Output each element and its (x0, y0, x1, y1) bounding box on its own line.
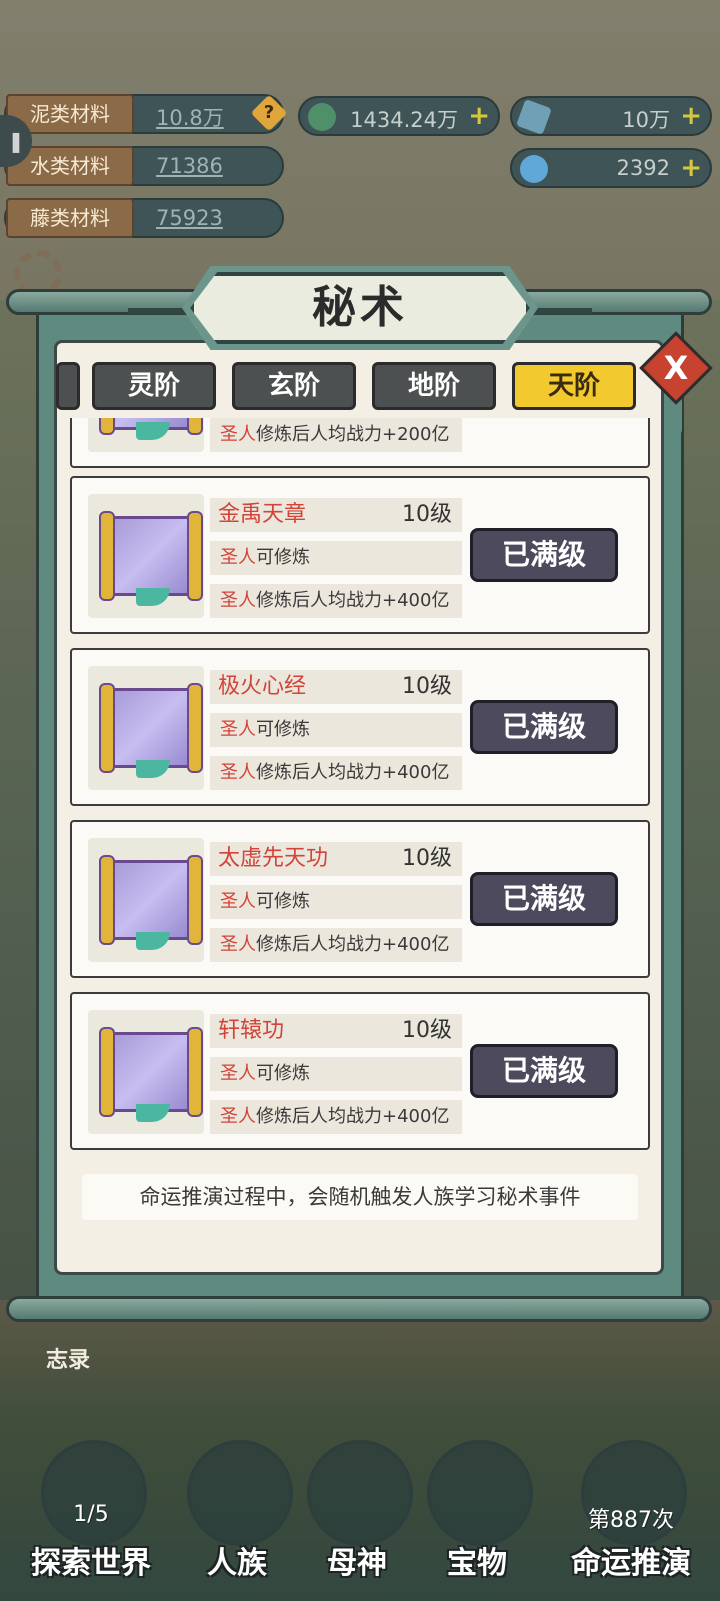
max-level-button[interactable]: 已满级 (470, 1044, 618, 1098)
list-item: 轩辕功 10级 圣人可修炼 圣人修炼后人均战力+400亿 已满级 (70, 992, 650, 1150)
currency-spirit[interactable]: 2392 + (510, 148, 712, 188)
nav-mother-god[interactable]: 母神 (292, 1430, 422, 1581)
scroll-icon (99, 683, 203, 773)
max-level-button[interactable]: 已满级 (470, 528, 618, 582)
records-link[interactable]: 志录 (46, 1342, 90, 1374)
list-item: 金禹天章 10级 圣人可修炼 圣人修炼后人均战力+400亿 已满级 (70, 476, 650, 634)
item-thumbnail (88, 838, 204, 962)
currency-crystal[interactable]: 10万 + (510, 96, 712, 136)
list-item: 极火心经 10级 圣人可修炼 圣人修炼后人均战力+400亿 已满级 (70, 648, 650, 806)
treasure-chest-icon (427, 1440, 533, 1546)
tab-tian[interactable]: 天阶 (512, 362, 636, 410)
item-header: 极火心经 10级 (210, 670, 462, 704)
resource-value: 71386 (156, 154, 223, 178)
scroll-rod-bottom (6, 1296, 712, 1322)
help-icon[interactable]: ? (250, 94, 288, 132)
item-requirement: 圣人可修炼 (210, 541, 462, 575)
crystal-icon (516, 99, 552, 135)
resource-value: 10.8万 (156, 106, 224, 130)
item-requirement: 圣人可修炼 (210, 885, 462, 919)
resource-vine-material[interactable]: 藤类材料 75923 (4, 198, 284, 238)
nav-label: 母神 (327, 1546, 387, 1581)
item-stat: 圣人修炼后人均战力+400亿 (210, 928, 462, 962)
nav-sub-label: 第887次 (588, 1508, 674, 1533)
person-icon (187, 1440, 293, 1546)
item-name: 轩辕功 (218, 1018, 285, 1043)
tip-text: 命运推演过程中，会随机触发人族学习秘术事件 (82, 1174, 638, 1220)
close-icon: X (663, 349, 689, 387)
mountain-icon (41, 1440, 147, 1546)
tab-xuan[interactable]: 玄阶 (232, 362, 356, 410)
item-thumbnail (88, 494, 204, 618)
scroll-icon (99, 1027, 203, 1117)
item-thumbnail (88, 1010, 204, 1134)
item-stat: 圣人修炼后人均战力+400亿 (210, 756, 462, 790)
scroll-ribbon (136, 760, 170, 778)
item-header: 金禹天章 10级 (210, 498, 462, 532)
resource-water-material[interactable]: 水类材料 71386 (4, 146, 284, 186)
item-header: 太虚先天功 10级 (210, 842, 462, 876)
item-thumbnail (88, 666, 204, 790)
nav-label: 宝物 (447, 1546, 507, 1581)
item-level: 10级 (402, 1018, 452, 1043)
item-thumbnail (88, 418, 204, 452)
resource-label: 藤类材料 (6, 198, 134, 238)
item-name: 极火心经 (218, 674, 307, 699)
item-name: 太虚先天功 (218, 846, 329, 871)
jade-coin-icon (308, 103, 336, 131)
item-stat: 圣人修炼后人均战力+200亿 (210, 418, 462, 452)
tab-ling[interactable]: 灵阶 (92, 362, 216, 410)
currency-jade[interactable]: 1434.24万 + (298, 96, 500, 136)
scroll-ribbon (136, 932, 170, 950)
list-item: 圣人修炼后人均战力+200亿 (70, 418, 650, 468)
resource-value: 75923 (156, 206, 223, 230)
scroll-icon (99, 855, 203, 945)
add-icon[interactable]: + (680, 102, 702, 130)
tab-partial[interactable] (56, 362, 80, 410)
item-name: 金禹天章 (218, 502, 307, 527)
secret-art-list[interactable]: 圣人修炼后人均战力+200亿 金禹天章 10级 圣人可修炼 圣人修炼后人均战力+… (62, 418, 658, 1160)
item-level: 10级 (402, 846, 452, 871)
nav-sub-label: 1/5 (73, 1502, 109, 1527)
item-requirement: 圣人可修炼 (210, 713, 462, 747)
resource-mud-material[interactable]: 泥类材料 10.8万 ? (4, 94, 288, 134)
nav-label: 命运推演 (571, 1546, 691, 1581)
item-level: 10级 (402, 674, 452, 699)
scroll-ribbon (136, 1104, 170, 1122)
spirit-flame-icon (520, 155, 548, 183)
item-requirement: 圣人可修炼 (210, 1057, 462, 1091)
nav-explore-world[interactable]: 1/5 探索世界 (26, 1430, 156, 1581)
nav-human-race[interactable]: 人族 (172, 1430, 302, 1581)
nav-treasure[interactable]: 宝物 (412, 1430, 542, 1581)
item-header: 轩辕功 10级 (210, 1014, 462, 1048)
currency-value: 1434.24万 (350, 108, 458, 132)
add-icon[interactable]: + (468, 102, 490, 130)
scroll-ribbon (136, 422, 170, 440)
item-stat: 圣人修炼后人均战力+400亿 (210, 584, 462, 618)
max-level-button[interactable]: 已满级 (470, 872, 618, 926)
scroll-icon (99, 511, 203, 601)
dialog-title: 秘术 (312, 282, 408, 333)
scroll-ribbon (136, 588, 170, 606)
tab-di[interactable]: 地阶 (372, 362, 496, 410)
currency-value: 2392 (616, 156, 670, 180)
max-level-button[interactable]: 已满级 (470, 700, 618, 754)
currency-value: 10万 (622, 108, 670, 132)
lotus-flame-icon (307, 1440, 413, 1546)
item-level: 10级 (402, 502, 452, 527)
nav-label: 探索世界 (31, 1546, 151, 1581)
add-icon[interactable]: + (680, 154, 702, 182)
nav-label: 人族 (207, 1546, 267, 1581)
nav-fate-deduction[interactable]: 第887次 命运推演 (556, 1430, 706, 1581)
list-item: 太虚先天功 10级 圣人可修炼 圣人修炼后人均战力+400亿 已满级 (70, 820, 650, 978)
item-stat: 圣人修炼后人均战力+400亿 (210, 1100, 462, 1134)
